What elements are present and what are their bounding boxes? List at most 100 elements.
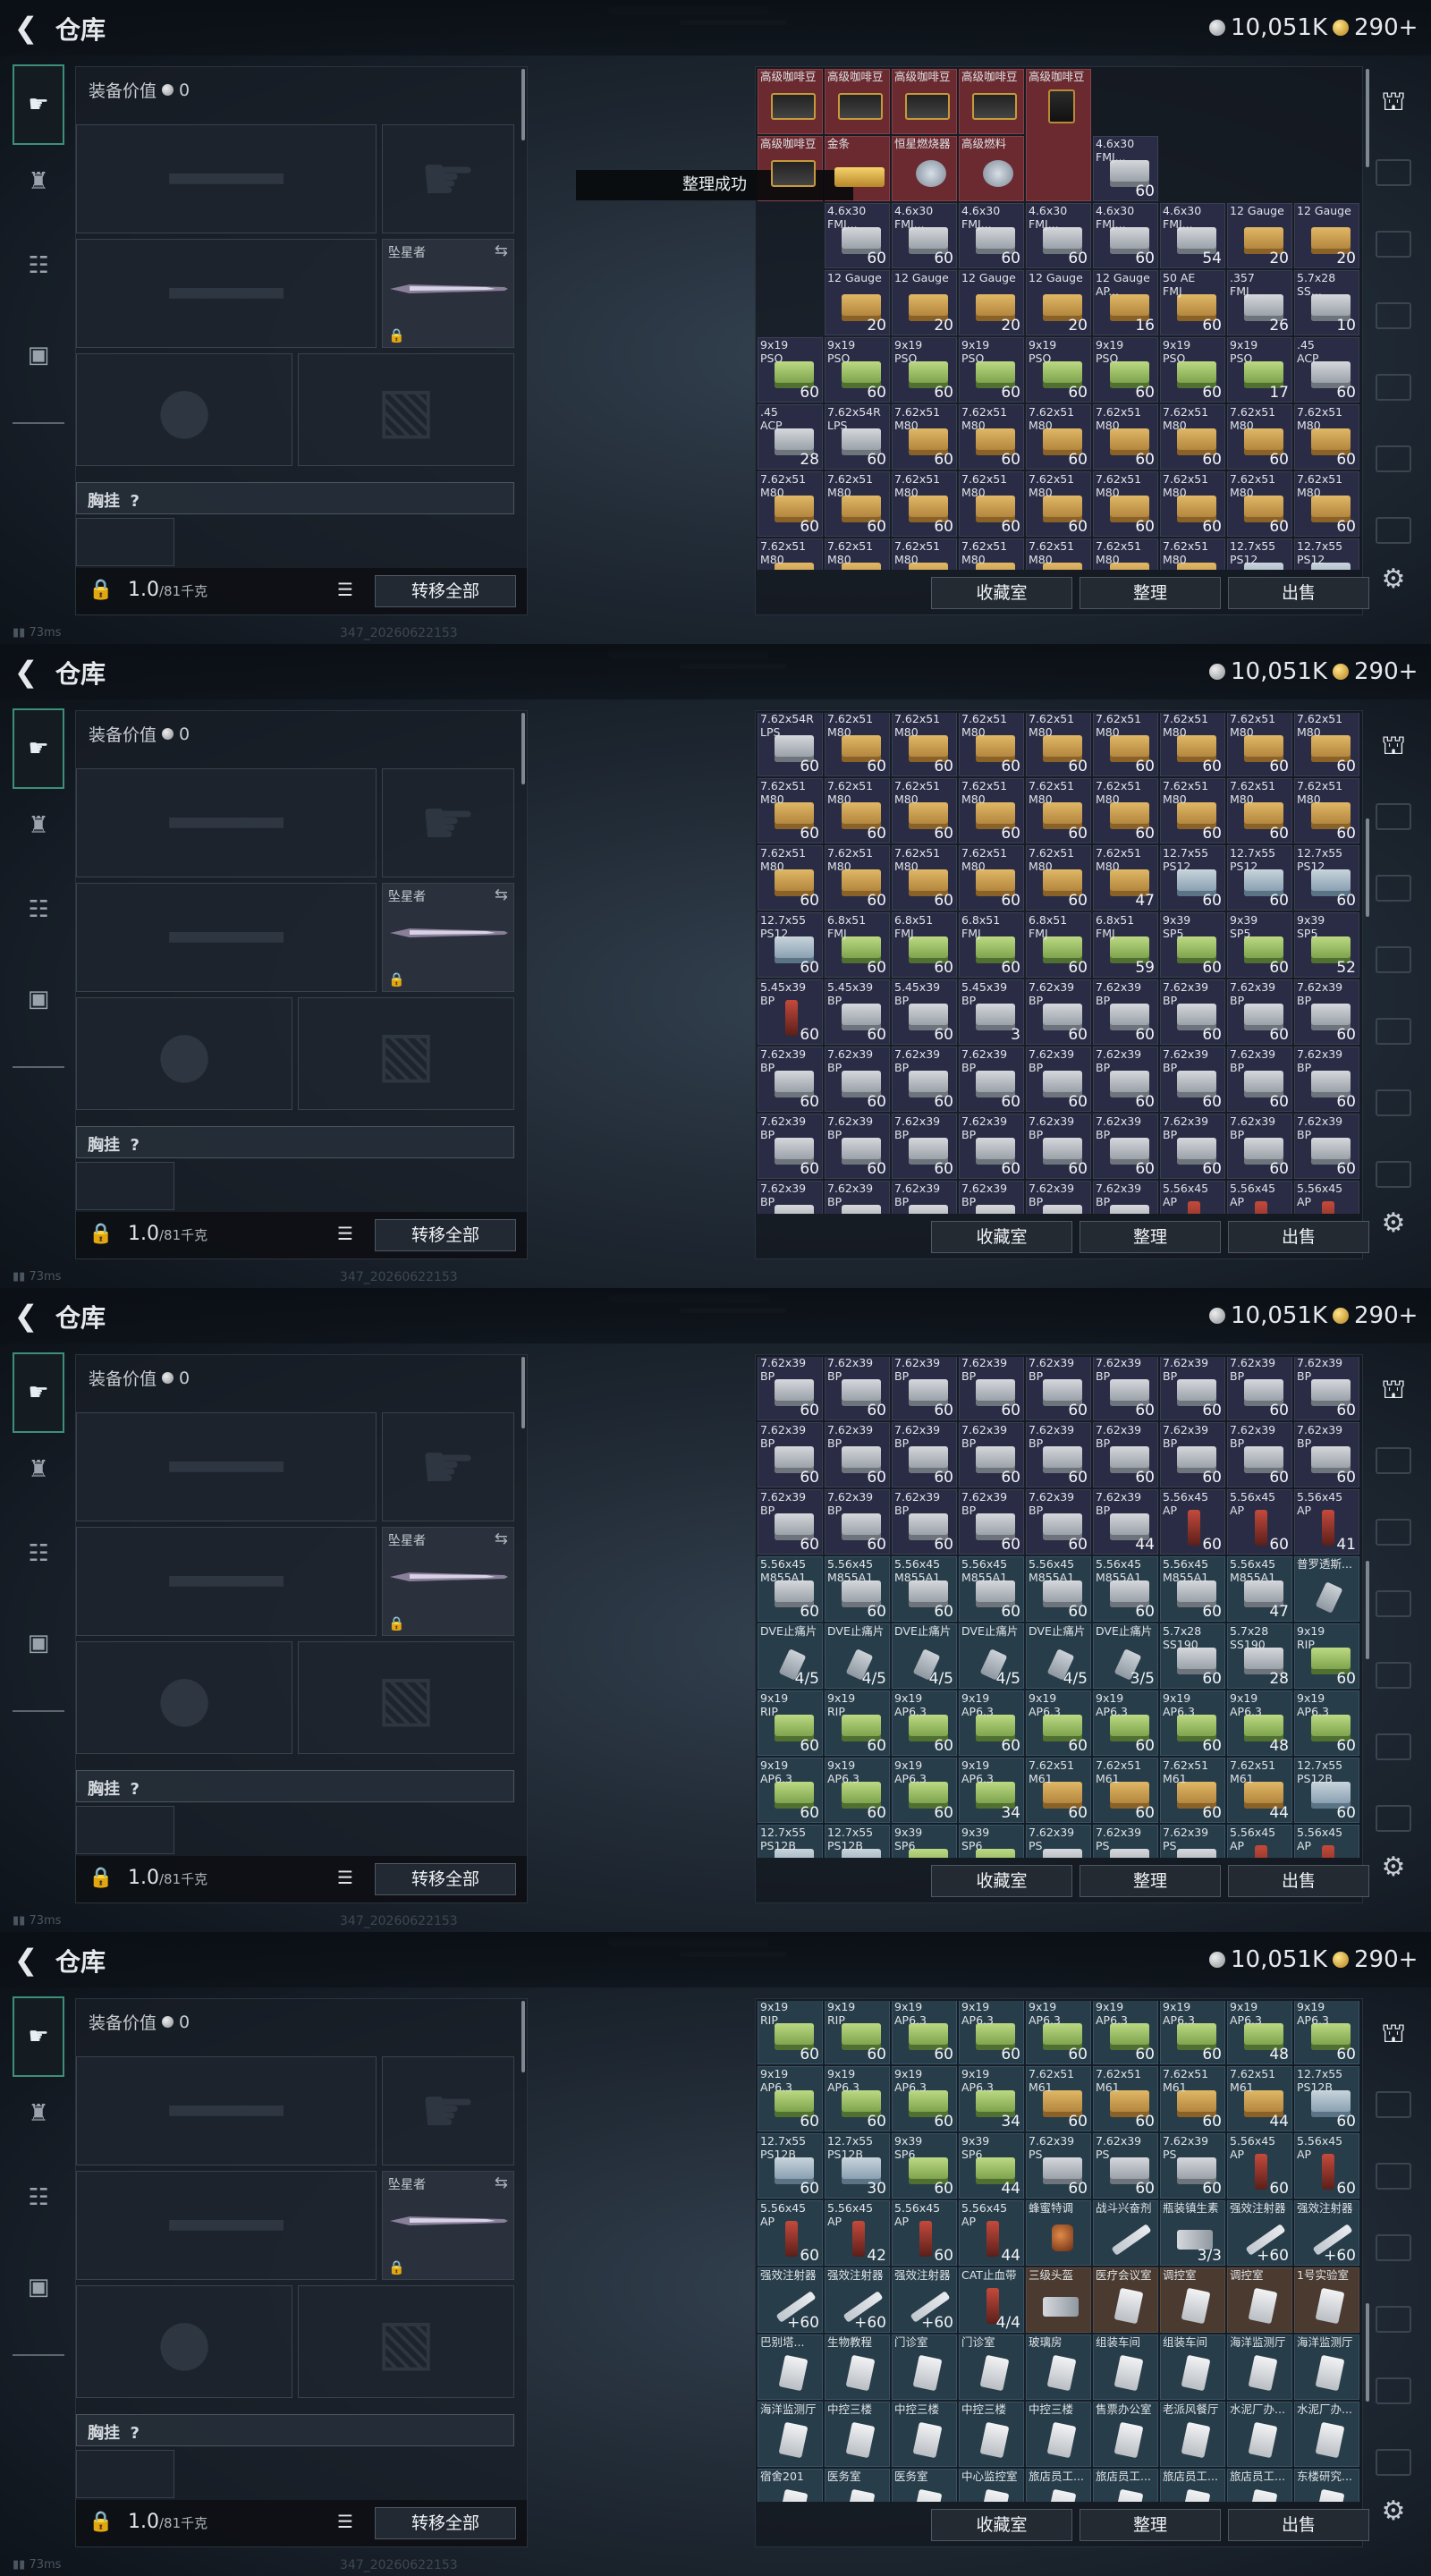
stash-item[interactable]: 7.62x51 M8060 — [892, 538, 957, 570]
stash-item[interactable]: 海洋监测厅 — [1294, 2334, 1359, 2400]
stash-item[interactable]: 9x19 AP6.3 34 — [959, 2066, 1024, 2131]
stash-item[interactable]: 7.62x51 M61 60 — [1093, 2066, 1158, 2131]
stash-item[interactable]: 9x19 AP6.3 60 — [892, 2066, 957, 2131]
stash-item[interactable]: 水泥厂办... — [1294, 2402, 1359, 2467]
nav-armor-icon[interactable]: ♜ — [13, 147, 64, 216]
gear-icon[interactable]: ⚙ — [1377, 1208, 1410, 1240]
stash-item[interactable]: 7.62x39 BP60 — [825, 1357, 890, 1420]
stash-item[interactable]: 7.62x51 M8060 — [1294, 404, 1359, 470]
sell-button[interactable]: 出售 — [1228, 577, 1369, 609]
nav-weapons-pistol-icon[interactable]: ☛ — [13, 64, 64, 145]
back-arrow-icon[interactable]: ❮ — [11, 1301, 41, 1331]
stash-item[interactable]: 恒星燃烧器 — [892, 136, 957, 201]
stash-item[interactable]: 7.62x39 BP60 — [1093, 1357, 1158, 1420]
stash-item[interactable]: 4.6x30 FMJ... 60 — [825, 203, 890, 268]
stash-item[interactable]: 7.62x51 M8060 — [1026, 845, 1091, 911]
stash-item[interactable]: 宿舍201 — [758, 2469, 823, 2502]
nav-weapons-pistol-icon[interactable]: ☛ — [13, 1352, 64, 1433]
stash-item[interactable]: 7.62x39 PS60 — [1093, 2133, 1158, 2199]
swap-icon[interactable]: ⇆ — [495, 2174, 508, 2192]
stash-item[interactable]: 老派风餐厅 — [1160, 2402, 1225, 2467]
sell-button[interactable]: 出售 — [1228, 2509, 1369, 2541]
chest-rig-slot[interactable] — [76, 1162, 174, 1210]
stash-item[interactable]: 12.7x55 PS12 60 — [1294, 845, 1359, 911]
sort-button[interactable]: 整理 — [1080, 2509, 1221, 2541]
stash-item[interactable]: 门诊室 — [959, 2334, 1024, 2400]
stash-item[interactable]: 7.62x51 M8060 — [1227, 404, 1292, 470]
stash-item[interactable]: 5.56x45 AP60 — [1294, 1181, 1359, 1214]
stash-item[interactable]: 5.56x45 AP60 — [1160, 1489, 1225, 1555]
stash-item[interactable]: 5.56x45 M855A1 60 — [1160, 1556, 1225, 1622]
container-tab-icon[interactable] — [1376, 2449, 1411, 2476]
stash-item[interactable]: 7.62x51 M8060 — [758, 778, 823, 843]
gold-currency[interactable]: 290+ — [1333, 1946, 1418, 1973]
stash-item[interactable]: DVE止痛片 4/5 — [959, 1623, 1024, 1689]
container-tab-icon[interactable] — [1376, 445, 1411, 472]
stash-item[interactable]: 7.62x51 M8060 — [1093, 778, 1158, 843]
stash-item[interactable]: 7.62x39 BP60 — [1160, 1114, 1225, 1179]
container-tab-icon[interactable] — [1376, 2234, 1411, 2261]
stash-item[interactable]: 5.56x45 AP60 — [892, 2200, 957, 2266]
helmet-slot[interactable]: ● — [76, 997, 292, 1110]
stash-item[interactable]: 旅店员工... — [1160, 2469, 1225, 2502]
nav-briefcase-icon[interactable]: ▣ — [13, 2252, 64, 2322]
nav-clipboard-icon[interactable]: ☷ — [13, 1519, 64, 1589]
armor-slot[interactable]: ▧ — [298, 2285, 514, 2398]
stash-item[interactable]: 医务室 — [825, 2469, 890, 2502]
stash-item[interactable]: 7.62x51 M8060 — [1227, 713, 1292, 776]
safehouse-icon[interactable]: ⛫ — [1376, 1374, 1411, 1410]
stash-item[interactable]: 5.7x28 SS190 60 — [1160, 1623, 1225, 1689]
stash-item[interactable]: 1号实验室 — [1294, 2267, 1359, 2333]
stash-item[interactable]: 调控室 — [1227, 2267, 1292, 2333]
melee-slot[interactable]: 坠星者 ⇆ 🔒 — [382, 239, 514, 348]
container-tab-icon[interactable] — [1376, 1805, 1411, 1832]
stash-item[interactable]: 7.62x39 BP60 — [1227, 1114, 1292, 1179]
stash-item[interactable]: 高级咖啡豆 — [758, 69, 823, 134]
stash-item[interactable]: 7.62x39 BP60 — [758, 1046, 823, 1112]
gold-currency[interactable]: 290+ — [1333, 1302, 1418, 1329]
stash-item[interactable]: 9x39 SP660 — [959, 1825, 1024, 1858]
stash-item[interactable]: 9x19 PSO 60 — [1160, 337, 1225, 402]
stash-item[interactable]: 12.7x55 PS12B 60 — [758, 2133, 823, 2199]
primary-weapon-slot[interactable]: ━━━ — [76, 1412, 377, 1521]
stash-item[interactable]: 巴别塔... — [758, 2334, 823, 2400]
stash-item[interactable]: 9x19 AP6.3 60 — [1160, 2001, 1225, 2064]
container-tab-icon[interactable] — [1376, 2306, 1411, 2333]
stash-item[interactable]: 5.56x45 AP60 — [1227, 1825, 1292, 1858]
swap-icon[interactable]: ⇆ — [495, 886, 508, 904]
container-tab-icon[interactable] — [1376, 2091, 1411, 2118]
stash-item[interactable]: 普罗透斯... — [1294, 1556, 1359, 1622]
collection-room-button[interactable]: 收藏室 — [931, 1865, 1072, 1897]
stash-item[interactable]: 5.56x45 AP60 — [1227, 1181, 1292, 1214]
stash-item[interactable]: 6.8x51 FMJ 60 — [959, 912, 1024, 978]
stash-item[interactable]: 12 Gauge AP... 16 — [1093, 270, 1158, 335]
secondary-weapon-slot[interactable]: ━━━ — [76, 1527, 377, 1636]
container-tab-icon[interactable] — [1376, 517, 1411, 544]
stash-item[interactable]: 7.62x39 BP60 — [1093, 1181, 1158, 1214]
stash-item[interactable]: 7.62x39 PS60 — [1160, 1825, 1225, 1858]
stash-item[interactable]: 7.62x51 M8060 — [1227, 471, 1292, 537]
container-tab-icon[interactable] — [1376, 159, 1411, 186]
stash-item[interactable]: 7.62x39 BP60 — [825, 1046, 890, 1112]
stash-item[interactable]: 7.62x51 M8060 — [959, 538, 1024, 570]
back-arrow-icon[interactable]: ❮ — [11, 657, 41, 687]
stash-item[interactable]: 5.56x45 M855A1 60 — [1093, 1556, 1158, 1622]
stash-item[interactable]: 7.62x51 M8060 — [825, 538, 890, 570]
melee-slot[interactable]: 坠星者 ⇆ 🔒 — [382, 1527, 514, 1636]
stash-item[interactable]: 5.56x45 AP60 — [1294, 2133, 1359, 2199]
stash-item[interactable]: 9x19 AP6.3 60 — [892, 1690, 957, 1756]
stash-item[interactable]: 强效注射器 +60 — [758, 2267, 823, 2333]
loadout-scrollbar[interactable] — [521, 713, 525, 784]
stash-item[interactable]: 7.62x51 M8060 — [1294, 778, 1359, 843]
stash-item[interactable]: 9x19 RIP 60 — [758, 2001, 823, 2064]
stash-item[interactable]: 9x19 AP6.3 60 — [892, 2001, 957, 2064]
stash-item[interactable]: 5.56x45 AP60 — [1160, 1181, 1225, 1214]
stash-item[interactable]: 9x19 AP6.3 60 — [959, 2001, 1024, 2064]
stash-item[interactable]: 7.62x51 M8060 — [1093, 713, 1158, 776]
melee-slot[interactable]: 坠星者 ⇆ 🔒 — [382, 883, 514, 992]
stash-item[interactable]: 生物教程 — [825, 2334, 890, 2400]
stash-item[interactable]: 5.45x39 BP 3 — [959, 979, 1024, 1045]
nav-briefcase-icon[interactable]: ▣ — [13, 320, 64, 390]
stash-item[interactable]: 中控三楼 — [959, 2402, 1024, 2467]
stash-item[interactable]: 7.62x51 M8060 — [1160, 471, 1225, 537]
